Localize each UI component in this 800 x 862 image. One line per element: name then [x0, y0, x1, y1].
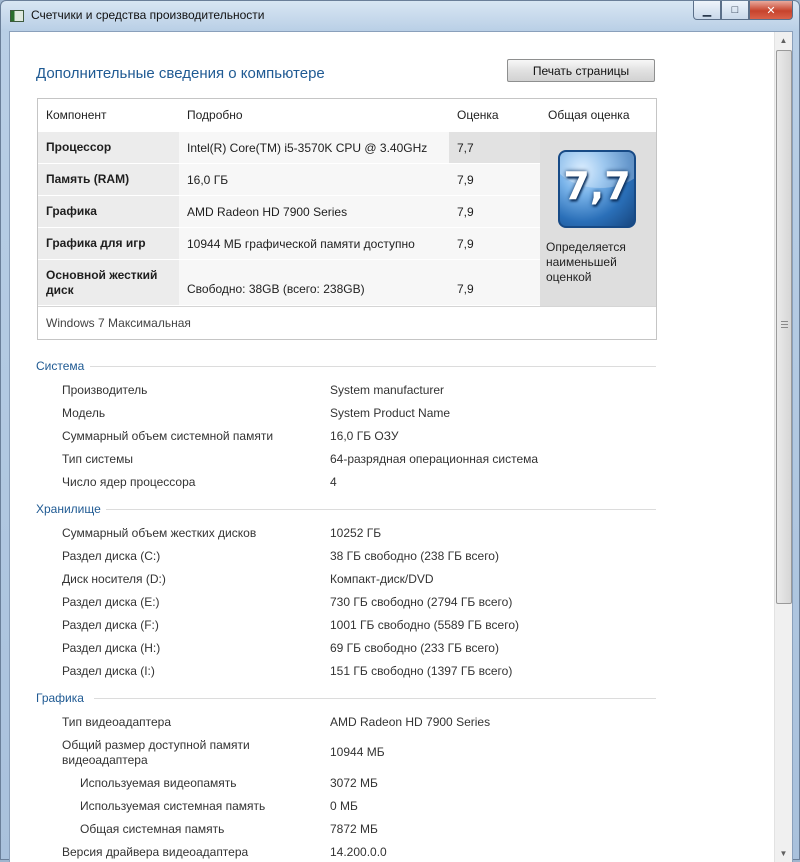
caption-line: Определяется — [546, 240, 626, 254]
prop-label: Раздел диска (I:) — [62, 664, 155, 678]
component-rating: 7,9 — [449, 228, 540, 260]
score-row-graphics: Графика AMD Radeon HD 7900 Series 7,9 — [38, 196, 540, 228]
close-button[interactable]: ✕ — [749, 1, 793, 20]
score-row-disk: Основной жесткий диск Свободно: 38GB (вс… — [38, 260, 540, 306]
prop-value: 16,0 ГБ ОЗУ — [330, 429, 399, 443]
caption-line: наименьшей — [546, 255, 617, 269]
window: Счетчики и средства производительности ▁… — [0, 0, 800, 862]
vertical-scrollbar[interactable]: ▲ ▼ — [774, 32, 792, 862]
section-divider — [106, 509, 656, 510]
window-controls: ▁ □ ✕ — [693, 1, 793, 20]
prop-value: 64-разрядная операционная система — [330, 452, 539, 466]
header-overall: Общая оценка — [548, 108, 630, 122]
prop-label-line: Общий размер доступной памяти — [62, 738, 250, 752]
prop-label: Раздел диска (F:) — [62, 618, 159, 632]
overall-score-value: 7,7 — [563, 164, 631, 208]
header-details: Подробно — [187, 108, 243, 122]
score-row-cpu: Процессор Intel(R) Core(TM) i5-3570K CPU… — [38, 132, 540, 164]
component-details: AMD Radeon HD 7900 Series — [179, 196, 449, 228]
prop-value: 3072 МБ — [330, 776, 378, 790]
section-divider — [94, 698, 656, 699]
overall-score-caption: Определяется наименьшей оценкой — [546, 240, 650, 285]
prop-label: Раздел диска (H:) — [62, 641, 161, 655]
prop-value: 38 ГБ свободно (238 ГБ всего) — [330, 549, 499, 563]
component-name: Процессор — [38, 132, 179, 164]
component-rating: 7,9 — [449, 260, 540, 306]
prop-value: 1001 ГБ свободно (5589 ГБ всего) — [330, 618, 519, 632]
page-title: Дополнительные сведения о компьютере — [36, 65, 325, 82]
prop-label: Число ядер процессора — [62, 475, 196, 489]
prop-value: 69 ГБ свободно (233 ГБ всего) — [330, 641, 499, 655]
component-name: Основной жесткий диск — [38, 260, 179, 306]
prop-value: Компакт-диск/DVD — [330, 572, 434, 586]
component-details: Свободно: 38GB (всего: 238GB) — [179, 260, 449, 306]
header-component: Компонент — [46, 108, 107, 122]
component-details: Intel(R) Core(TM) i5-3570K CPU @ 3.40GHz — [179, 132, 449, 164]
prop-value: 14.200.0.0 — [330, 845, 387, 859]
prop-value: AMD Radeon HD 7900 Series — [330, 715, 491, 729]
overall-score-panel: 7,7 Определяется наименьшей оценкой — [540, 132, 656, 306]
prop-value: System Product Name — [330, 406, 451, 420]
prop-label: Используемая системная память — [80, 799, 266, 813]
prop-label-multiline: Общий размер доступной памяти видеоадапт… — [62, 738, 250, 768]
prop-value: System manufacturer — [330, 383, 445, 397]
component-name: Графика для игр — [38, 228, 179, 260]
prop-label: Версия драйвера видеоадаптера — [62, 845, 249, 859]
prop-label: Производитель — [62, 383, 148, 397]
component-details: 16,0 ГБ — [179, 164, 449, 196]
caption-line: оценкой — [546, 270, 592, 284]
windows-score-badge-icon: 7,7 — [558, 150, 636, 228]
prop-label: Тип системы — [62, 452, 133, 466]
component-name: Память (RAM) — [38, 164, 179, 196]
prop-value: 151 ГБ свободно (1397 ГБ всего) — [330, 664, 513, 678]
component-details: 10944 МБ графической памяти доступно — [179, 228, 449, 260]
section-title-system: Система — [36, 359, 85, 373]
prop-label: Диск носителя (D:) — [62, 572, 166, 586]
prop-value: 10252 ГБ — [330, 526, 382, 540]
prop-label: Тип видеоадаптера — [62, 715, 171, 729]
component-name: Графика — [38, 196, 179, 228]
prop-value: 730 ГБ свободно (2794 ГБ всего) — [330, 595, 513, 609]
prop-label: Суммарный объем жестких дисков — [62, 526, 257, 540]
section-title-graphics: Графика — [36, 691, 84, 705]
window-title: Счетчики и средства производительности — [31, 8, 265, 22]
grip-icon — [781, 321, 788, 328]
performance-meter-icon — [10, 10, 24, 22]
prop-label: Суммарный объем системной памяти — [62, 429, 274, 443]
scrollbar-thumb[interactable] — [776, 50, 792, 604]
prop-value: 0 МБ — [330, 799, 358, 813]
scroll-down-arrow-icon[interactable]: ▼ — [775, 845, 792, 862]
prop-label: Используемая видеопамять — [80, 776, 237, 790]
prop-value: 10944 МБ — [330, 745, 385, 759]
section-title-storage: Хранилище — [36, 502, 101, 516]
component-rating: 7,9 — [449, 196, 540, 228]
prop-label: Модель — [62, 406, 106, 420]
header-rating: Оценка — [457, 108, 499, 122]
prop-label: Раздел диска (C:) — [62, 549, 161, 563]
component-rating: 7,7 — [449, 132, 540, 164]
os-edition: Windows 7 Максимальная — [38, 306, 656, 339]
score-row-gaming-graphics: Графика для игр 10944 МБ графической пам… — [38, 228, 540, 260]
prop-label: Общая системная память — [80, 822, 225, 836]
prop-label-line: видеоадаптера — [62, 753, 148, 767]
prop-value: 4 — [330, 475, 337, 489]
component-rating: 7,9 — [449, 164, 540, 196]
section-divider — [90, 366, 656, 367]
prop-value: 7872 МБ — [330, 822, 378, 836]
score-table: Компонент Подробно Оценка Общая оценка П… — [37, 98, 657, 340]
content-area[interactable]: Дополнительные сведения о компьютере Печ… — [9, 31, 793, 862]
minimize-button[interactable]: ▁ — [693, 1, 721, 20]
maximize-button[interactable]: □ — [721, 1, 749, 20]
scroll-up-arrow-icon[interactable]: ▲ — [775, 32, 792, 49]
score-row-ram: Память (RAM) 16,0 ГБ 7,9 — [38, 164, 540, 196]
prop-label: Раздел диска (E:) — [62, 595, 160, 609]
print-page-button[interactable]: Печать страницы — [507, 59, 655, 82]
title-bar[interactable]: Счетчики и средства производительности ▁… — [1, 1, 799, 29]
